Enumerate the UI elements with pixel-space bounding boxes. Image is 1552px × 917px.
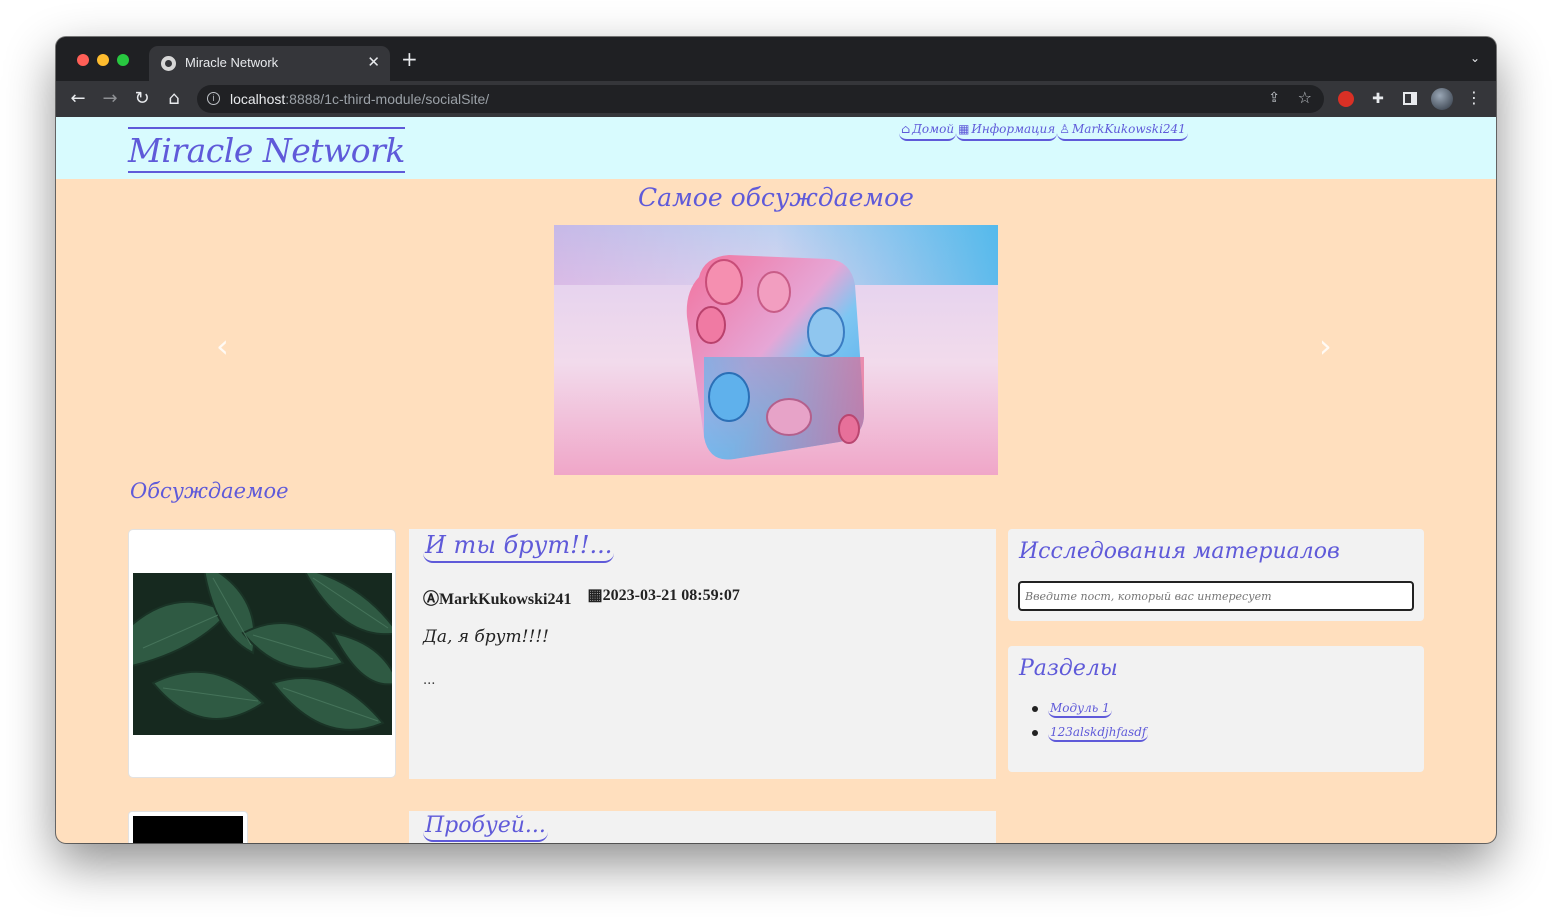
tab-close-button[interactable]: ✕ bbox=[367, 53, 380, 71]
discussed-heading: Обсуждаемое bbox=[130, 479, 289, 503]
user-icon: ♙ bbox=[1059, 121, 1070, 136]
cube-illustration bbox=[686, 255, 865, 460]
back-button[interactable]: ← bbox=[66, 87, 90, 111]
post-date-value: 2023-03-21 08:59:07 bbox=[602, 587, 740, 604]
adblock-extension-icon[interactable] bbox=[1335, 88, 1357, 110]
calendar-icon: ▦ bbox=[958, 121, 970, 136]
bullet-icon bbox=[1032, 706, 1038, 712]
bookmark-star-icon[interactable]: ☆ bbox=[1298, 88, 1312, 107]
top-nav: ⌂ Домой ▦ Информация ♙ MarkKukowski241 bbox=[899, 121, 1188, 141]
site-header: Miracle Network ⌂ Домой ▦ Информация ♙ Mark… bbox=[56, 117, 1496, 179]
extensions-puzzle-icon[interactable]: ✚ bbox=[1367, 88, 1389, 110]
post-thumbnail-image bbox=[133, 816, 243, 843]
list-item: Модуль 1 bbox=[1032, 700, 1148, 718]
post-date: ▦2023-03-21 08:59:07 bbox=[587, 585, 739, 609]
site-info-icon[interactable]: i bbox=[207, 92, 220, 105]
post-card: И ты брут!!... ⒶMarkKukowski241 ▦2023-03… bbox=[409, 529, 996, 779]
nav-info-link[interactable]: ▦ Информация bbox=[956, 121, 1058, 141]
sections-panel-title: Разделы bbox=[1019, 656, 1118, 681]
home-button[interactable]: ⌂ bbox=[162, 87, 186, 111]
profile-avatar[interactable] bbox=[1431, 88, 1453, 110]
tab-title: Miracle Network bbox=[185, 55, 279, 70]
url-text[interactable]: localhost:8888/1c-third-module/socialSit… bbox=[230, 91, 489, 107]
search-panel: Исследования материалов bbox=[1008, 529, 1424, 621]
nav-info-label: Информация bbox=[971, 121, 1056, 136]
url-path: :8888/1c-third-module/socialSite/ bbox=[285, 91, 490, 107]
maximize-window-button[interactable] bbox=[117, 54, 129, 66]
reload-button[interactable]: ↻ bbox=[130, 87, 154, 111]
featured-title: Самое обсуждаемое bbox=[638, 183, 914, 212]
address-bar[interactable]: i localhost:8888/1c-third-module/socialS… bbox=[197, 85, 1324, 113]
post-meta: ⒶMarkKukowski241 ▦2023-03-21 08:59:07 bbox=[423, 585, 740, 609]
site-logo[interactable]: Miracle Network bbox=[128, 127, 405, 173]
nav-home-link[interactable]: ⌂ Домой bbox=[899, 121, 957, 141]
browser-menu-icon[interactable]: ⋮ bbox=[1466, 88, 1482, 107]
leaves-illustration bbox=[133, 573, 392, 735]
favicon-icon bbox=[161, 56, 176, 71]
tab-strip: Miracle Network ✕ + ⌄ bbox=[56, 37, 1496, 81]
post-title-link[interactable]: И ты брут!!... bbox=[423, 531, 615, 563]
post-excerpt: Да, я брут!!!! bbox=[423, 627, 549, 647]
browser-window: Miracle Network ✕ + ⌄ ← → ↻ ⌂ i localhos… bbox=[56, 37, 1496, 843]
home-icon: ⌂ bbox=[901, 121, 911, 136]
browser-toolbar: ← → ↻ ⌂ i localhost:8888/1c-third-module… bbox=[56, 81, 1496, 117]
side-panel-icon[interactable] bbox=[1399, 88, 1421, 110]
carousel-image[interactable] bbox=[554, 225, 998, 475]
post-ellipsis: ... bbox=[423, 673, 436, 688]
close-window-button[interactable] bbox=[77, 54, 89, 66]
post-author-name: MarkKukowski241 bbox=[439, 591, 572, 608]
url-host: localhost bbox=[230, 91, 286, 107]
browser-tab[interactable]: Miracle Network ✕ bbox=[149, 46, 390, 81]
search-panel-title: Исследования материалов bbox=[1019, 539, 1340, 564]
monstera-leaves-image bbox=[133, 573, 392, 735]
nav-profile-label: MarkKukowski241 bbox=[1072, 121, 1186, 136]
list-item: 123alskdjhfasdf bbox=[1032, 724, 1149, 742]
carousel-prev-button[interactable]: ‹ bbox=[216, 327, 229, 365]
forward-button[interactable]: → bbox=[98, 87, 122, 111]
minimize-window-button[interactable] bbox=[97, 54, 109, 66]
nav-home-label: Домой bbox=[912, 121, 955, 136]
post-thumbnail-card[interactable] bbox=[128, 529, 396, 778]
post-title-link[interactable]: Пробуей... bbox=[423, 813, 548, 842]
post-author: ⒶMarkKukowski241 bbox=[423, 585, 571, 609]
new-tab-button[interactable]: + bbox=[401, 49, 418, 69]
sections-panel: Разделы Модуль 1 123alskdjhfasdf bbox=[1008, 646, 1424, 772]
post-card: Пробуей... bbox=[409, 811, 996, 843]
carousel-next-button[interactable]: › bbox=[1319, 327, 1332, 365]
section-link[interactable]: 123alskdjhfasdf bbox=[1048, 725, 1149, 742]
nav-profile-link[interactable]: ♙ MarkKukowski241 bbox=[1057, 121, 1188, 141]
share-icon[interactable]: ⇪ bbox=[1268, 90, 1280, 106]
author-icon: Ⓐ bbox=[423, 591, 440, 608]
post-thumbnail-card[interactable] bbox=[128, 811, 248, 843]
bullet-icon bbox=[1032, 730, 1038, 736]
page-viewport: Miracle Network ⌂ Домой ▦ Информация ♙ Mark… bbox=[56, 117, 1496, 843]
calendar-icon: ▦ bbox=[587, 587, 603, 604]
tab-search-chevron-icon[interactable]: ⌄ bbox=[1470, 51, 1480, 65]
post-search-input[interactable] bbox=[1018, 581, 1414, 611]
sections-list: Модуль 1 123alskdjhfasdf bbox=[1032, 700, 1149, 748]
section-link[interactable]: Модуль 1 bbox=[1048, 701, 1112, 718]
